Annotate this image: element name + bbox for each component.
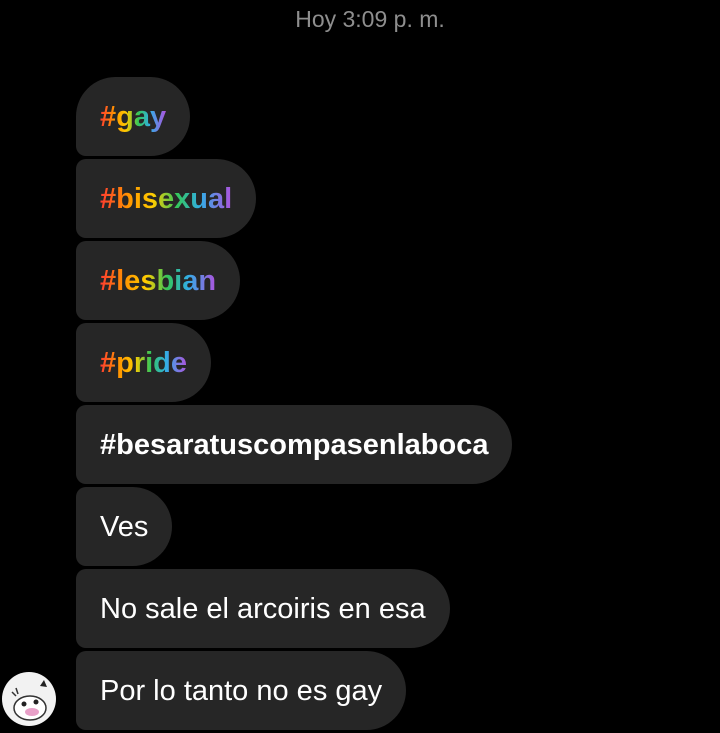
- message-text: Por lo tanto no es gay: [100, 675, 383, 707]
- message-bubble-lesbian[interactable]: #lesbian: [76, 241, 241, 320]
- chat-timestamp: Hoy 3:09 p. m.: [295, 6, 445, 32]
- message-text: #lesbian: [100, 265, 217, 297]
- message-text: Ves: [100, 511, 149, 543]
- message-text: #pride: [100, 347, 188, 379]
- message-thread: #gay #bisexual #lesbian #pride #besaratu…: [76, 77, 513, 733]
- message-text: No sale el arcoiris en esa: [100, 593, 426, 625]
- message-text: #bisexual: [100, 183, 233, 215]
- message-bubble-pride[interactable]: #pride: [76, 323, 212, 402]
- message-text: #besaratuscompasenlaboca: [100, 429, 489, 461]
- message-bubble-por-lo-tanto[interactable]: Por lo tanto no es gay: [76, 651, 407, 730]
- message-text: #gay: [100, 101, 167, 133]
- cartoon-avatar-icon[interactable]: [2, 672, 56, 726]
- message-bubble-bisexual[interactable]: #bisexual: [76, 159, 257, 238]
- message-bubble-no-sale[interactable]: No sale el arcoiris en esa: [76, 569, 450, 648]
- message-bubble-hashtag[interactable]: #besaratuscompasenlaboca: [76, 405, 513, 484]
- message-bubble-ves[interactable]: Ves: [76, 487, 173, 566]
- message-bubble-gay[interactable]: #gay: [76, 77, 191, 156]
